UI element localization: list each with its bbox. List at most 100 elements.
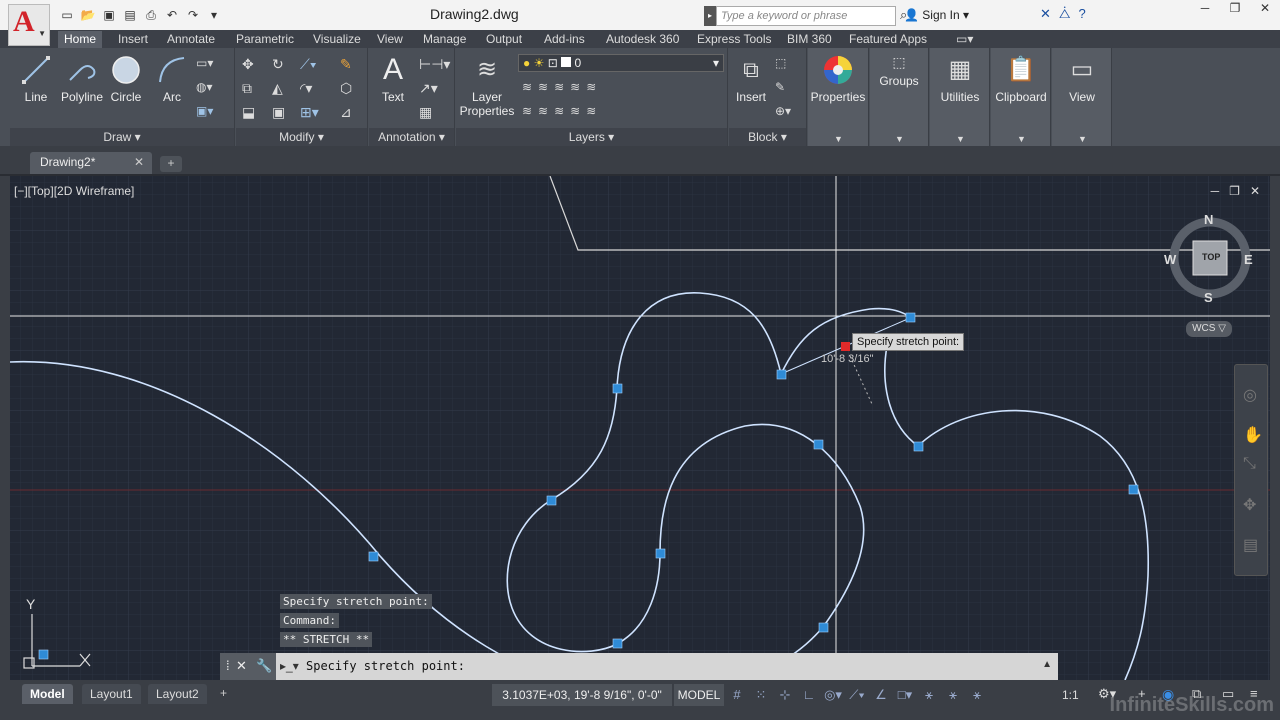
- minimize-button[interactable]: ─: [1190, 0, 1220, 18]
- rectangle-icon[interactable]: ▭▾: [196, 56, 213, 70]
- ortho-icon[interactable]: ∟: [800, 684, 818, 706]
- view-panel[interactable]: ▭ View ▼: [1052, 48, 1112, 146]
- draw-panel-title[interactable]: Draw ▾: [10, 128, 234, 146]
- annotation-panel-title[interactable]: Annotation ▾: [369, 128, 454, 146]
- add-layout-icon[interactable]: +: [220, 686, 227, 700]
- properties-panel[interactable]: Properties ▼: [808, 48, 869, 146]
- tab-view[interactable]: View: [371, 31, 409, 48]
- showmotion-icon[interactable]: ▤: [1243, 535, 1258, 555]
- save-as-icon[interactable]: ▤: [121, 6, 139, 24]
- open-icon[interactable]: 📂: [79, 6, 97, 24]
- insert-button[interactable]: ⧉ Insert: [731, 54, 771, 104]
- tab-autodesk-360[interactable]: Autodesk 360: [600, 31, 685, 48]
- zoom-extents-icon[interactable]: ⤡: [1243, 455, 1256, 473]
- model-space-button[interactable]: MODEL: [674, 684, 724, 706]
- array-icon[interactable]: ⊞▾: [300, 104, 319, 121]
- grip-handle-icon[interactable]: ⁞: [226, 658, 230, 673]
- tab-visualize[interactable]: Visualize: [307, 31, 367, 48]
- layer-tools-row2-icon[interactable]: ≋≋≋≋≋: [522, 104, 602, 118]
- steering-wheel-icon[interactable]: ◎: [1243, 385, 1257, 405]
- ribbon-options-icon[interactable]: ▭▾: [950, 31, 979, 48]
- tab-bim-360[interactable]: BIM 360: [781, 31, 838, 48]
- viewport-minimize-button[interactable]: ─: [1211, 184, 1220, 198]
- close-icon[interactable]: ✕: [236, 658, 247, 674]
- dimension-icon[interactable]: ⊢⊣▾: [419, 56, 450, 73]
- drawing-viewport[interactable]: [−][Top][2D Wireframe] ─ ❐ ✕ N S E W TOP…: [10, 176, 1270, 680]
- coordinates-display[interactable]: 3.1037E+03, 19'-8 9/16", 0'-0": [492, 684, 672, 706]
- utilities-panel[interactable]: ▦ Utilities ▼: [930, 48, 990, 146]
- offset-icon[interactable]: ⊿: [340, 104, 352, 121]
- command-line[interactable]: ⁞ ✕ 🔧 ▸_▾ Specify stretch point: ▲: [220, 653, 1058, 680]
- annotation-visibility-icon[interactable]: ⚹: [920, 684, 938, 706]
- exchange-icon[interactable]: ✕: [1040, 6, 1051, 22]
- tab-output[interactable]: Output: [480, 31, 528, 48]
- redo-icon[interactable]: ↷: [184, 6, 202, 24]
- tab-layout2[interactable]: Layout2: [148, 684, 207, 704]
- erase-icon[interactable]: ✎: [340, 56, 352, 73]
- close-icon[interactable]: ✕: [134, 155, 144, 169]
- polar-icon[interactable]: ◎▾: [824, 684, 842, 706]
- tab-manage[interactable]: Manage: [417, 31, 472, 48]
- infer-constraints-icon[interactable]: ⊹: [776, 684, 794, 706]
- hot-grip[interactable]: [841, 342, 850, 351]
- wrench-icon[interactable]: 🔧: [256, 658, 272, 674]
- viewport-restore-button[interactable]: ❐: [1229, 184, 1240, 198]
- explode-icon[interactable]: ⬡: [340, 80, 352, 97]
- drawing-canvas[interactable]: [10, 176, 1270, 680]
- trim-icon[interactable]: ⟋▾: [300, 56, 317, 73]
- tab-annotate[interactable]: Annotate: [161, 31, 221, 48]
- copy-icon[interactable]: ⧉: [242, 80, 252, 97]
- stretch-icon[interactable]: ⬓: [242, 104, 255, 121]
- region-icon[interactable]: ▣▾: [196, 104, 213, 118]
- object-snap-tracking-icon[interactable]: ∠: [872, 684, 890, 706]
- table-icon[interactable]: ▦: [419, 104, 432, 121]
- maximize-button[interactable]: ❐: [1220, 0, 1250, 18]
- object-snap-icon[interactable]: □▾: [896, 684, 914, 706]
- modify-panel-title[interactable]: Modify ▾: [236, 128, 367, 146]
- pan-icon[interactable]: ✋: [1243, 425, 1263, 445]
- viewport-close-button[interactable]: ✕: [1250, 184, 1260, 198]
- wcs-menu[interactable]: WCS ▽: [1186, 321, 1232, 337]
- qat-dropdown-icon[interactable]: ▾: [205, 6, 223, 24]
- isodraft-icon[interactable]: ⟋▾: [848, 684, 866, 706]
- rotate-icon[interactable]: ↻: [272, 56, 284, 73]
- layer-properties-button[interactable]: ≋ Layer Properties: [458, 54, 516, 118]
- orbit-icon[interactable]: ✥: [1243, 495, 1256, 515]
- new-icon[interactable]: ▭: [58, 6, 76, 24]
- save-icon[interactable]: ▣: [100, 6, 118, 24]
- annotation-scale[interactable]: 1:1: [1062, 688, 1079, 702]
- create-block-icon[interactable]: ⬚: [775, 56, 786, 70]
- compass-east[interactable]: E: [1244, 252, 1253, 267]
- viewport-controls-label[interactable]: [−][Top][2D Wireframe]: [14, 184, 134, 198]
- snap-icon[interactable]: ⁙: [752, 684, 770, 706]
- groups-panel[interactable]: ⬚ Groups ▼: [870, 48, 929, 146]
- tab-layout1[interactable]: Layout1: [82, 684, 141, 704]
- tab-parametric[interactable]: Parametric: [230, 31, 300, 48]
- layers-panel-title[interactable]: Layers ▾: [456, 128, 727, 146]
- grid-icon[interactable]: #: [728, 684, 746, 706]
- a360-icon[interactable]: ⧊: [1059, 6, 1071, 22]
- edit-block-icon[interactable]: ✎: [775, 80, 785, 94]
- auto-scale-icon[interactable]: ⚹: [944, 684, 962, 706]
- annotation-scale-icon[interactable]: ⚹: [968, 684, 986, 706]
- text-button[interactable]: A Text: [373, 54, 413, 105]
- polyline-button[interactable]: Polyline: [54, 54, 110, 104]
- layer-tools-row1-icon[interactable]: ≋≋≋≋≋: [522, 80, 602, 94]
- move-icon[interactable]: ✥: [242, 56, 254, 73]
- application-menu-button[interactable]: A ▼: [8, 4, 50, 46]
- mirror-icon[interactable]: ◭: [272, 80, 283, 97]
- compass-south[interactable]: S: [1204, 290, 1213, 305]
- compass-north[interactable]: N: [1204, 212, 1213, 227]
- search-expand-icon[interactable]: ▸: [704, 6, 716, 26]
- chevron-up-icon[interactable]: ▲: [1042, 659, 1052, 670]
- arc-button[interactable]: Arc: [154, 54, 190, 104]
- file-tab-drawing2[interactable]: Drawing2* ✕: [30, 152, 152, 174]
- close-button[interactable]: ✕: [1250, 0, 1280, 18]
- compass-west[interactable]: W: [1164, 252, 1176, 267]
- block-panel-title[interactable]: Block ▾: [729, 128, 806, 146]
- scale-icon[interactable]: ▣: [272, 104, 285, 121]
- circle-button[interactable]: Circle: [108, 54, 144, 104]
- sign-in-button[interactable]: 👤 Sign In ▾: [904, 8, 969, 22]
- plot-icon[interactable]: ⎙: [142, 6, 160, 24]
- tab-featured-apps[interactable]: Featured Apps: [843, 31, 933, 48]
